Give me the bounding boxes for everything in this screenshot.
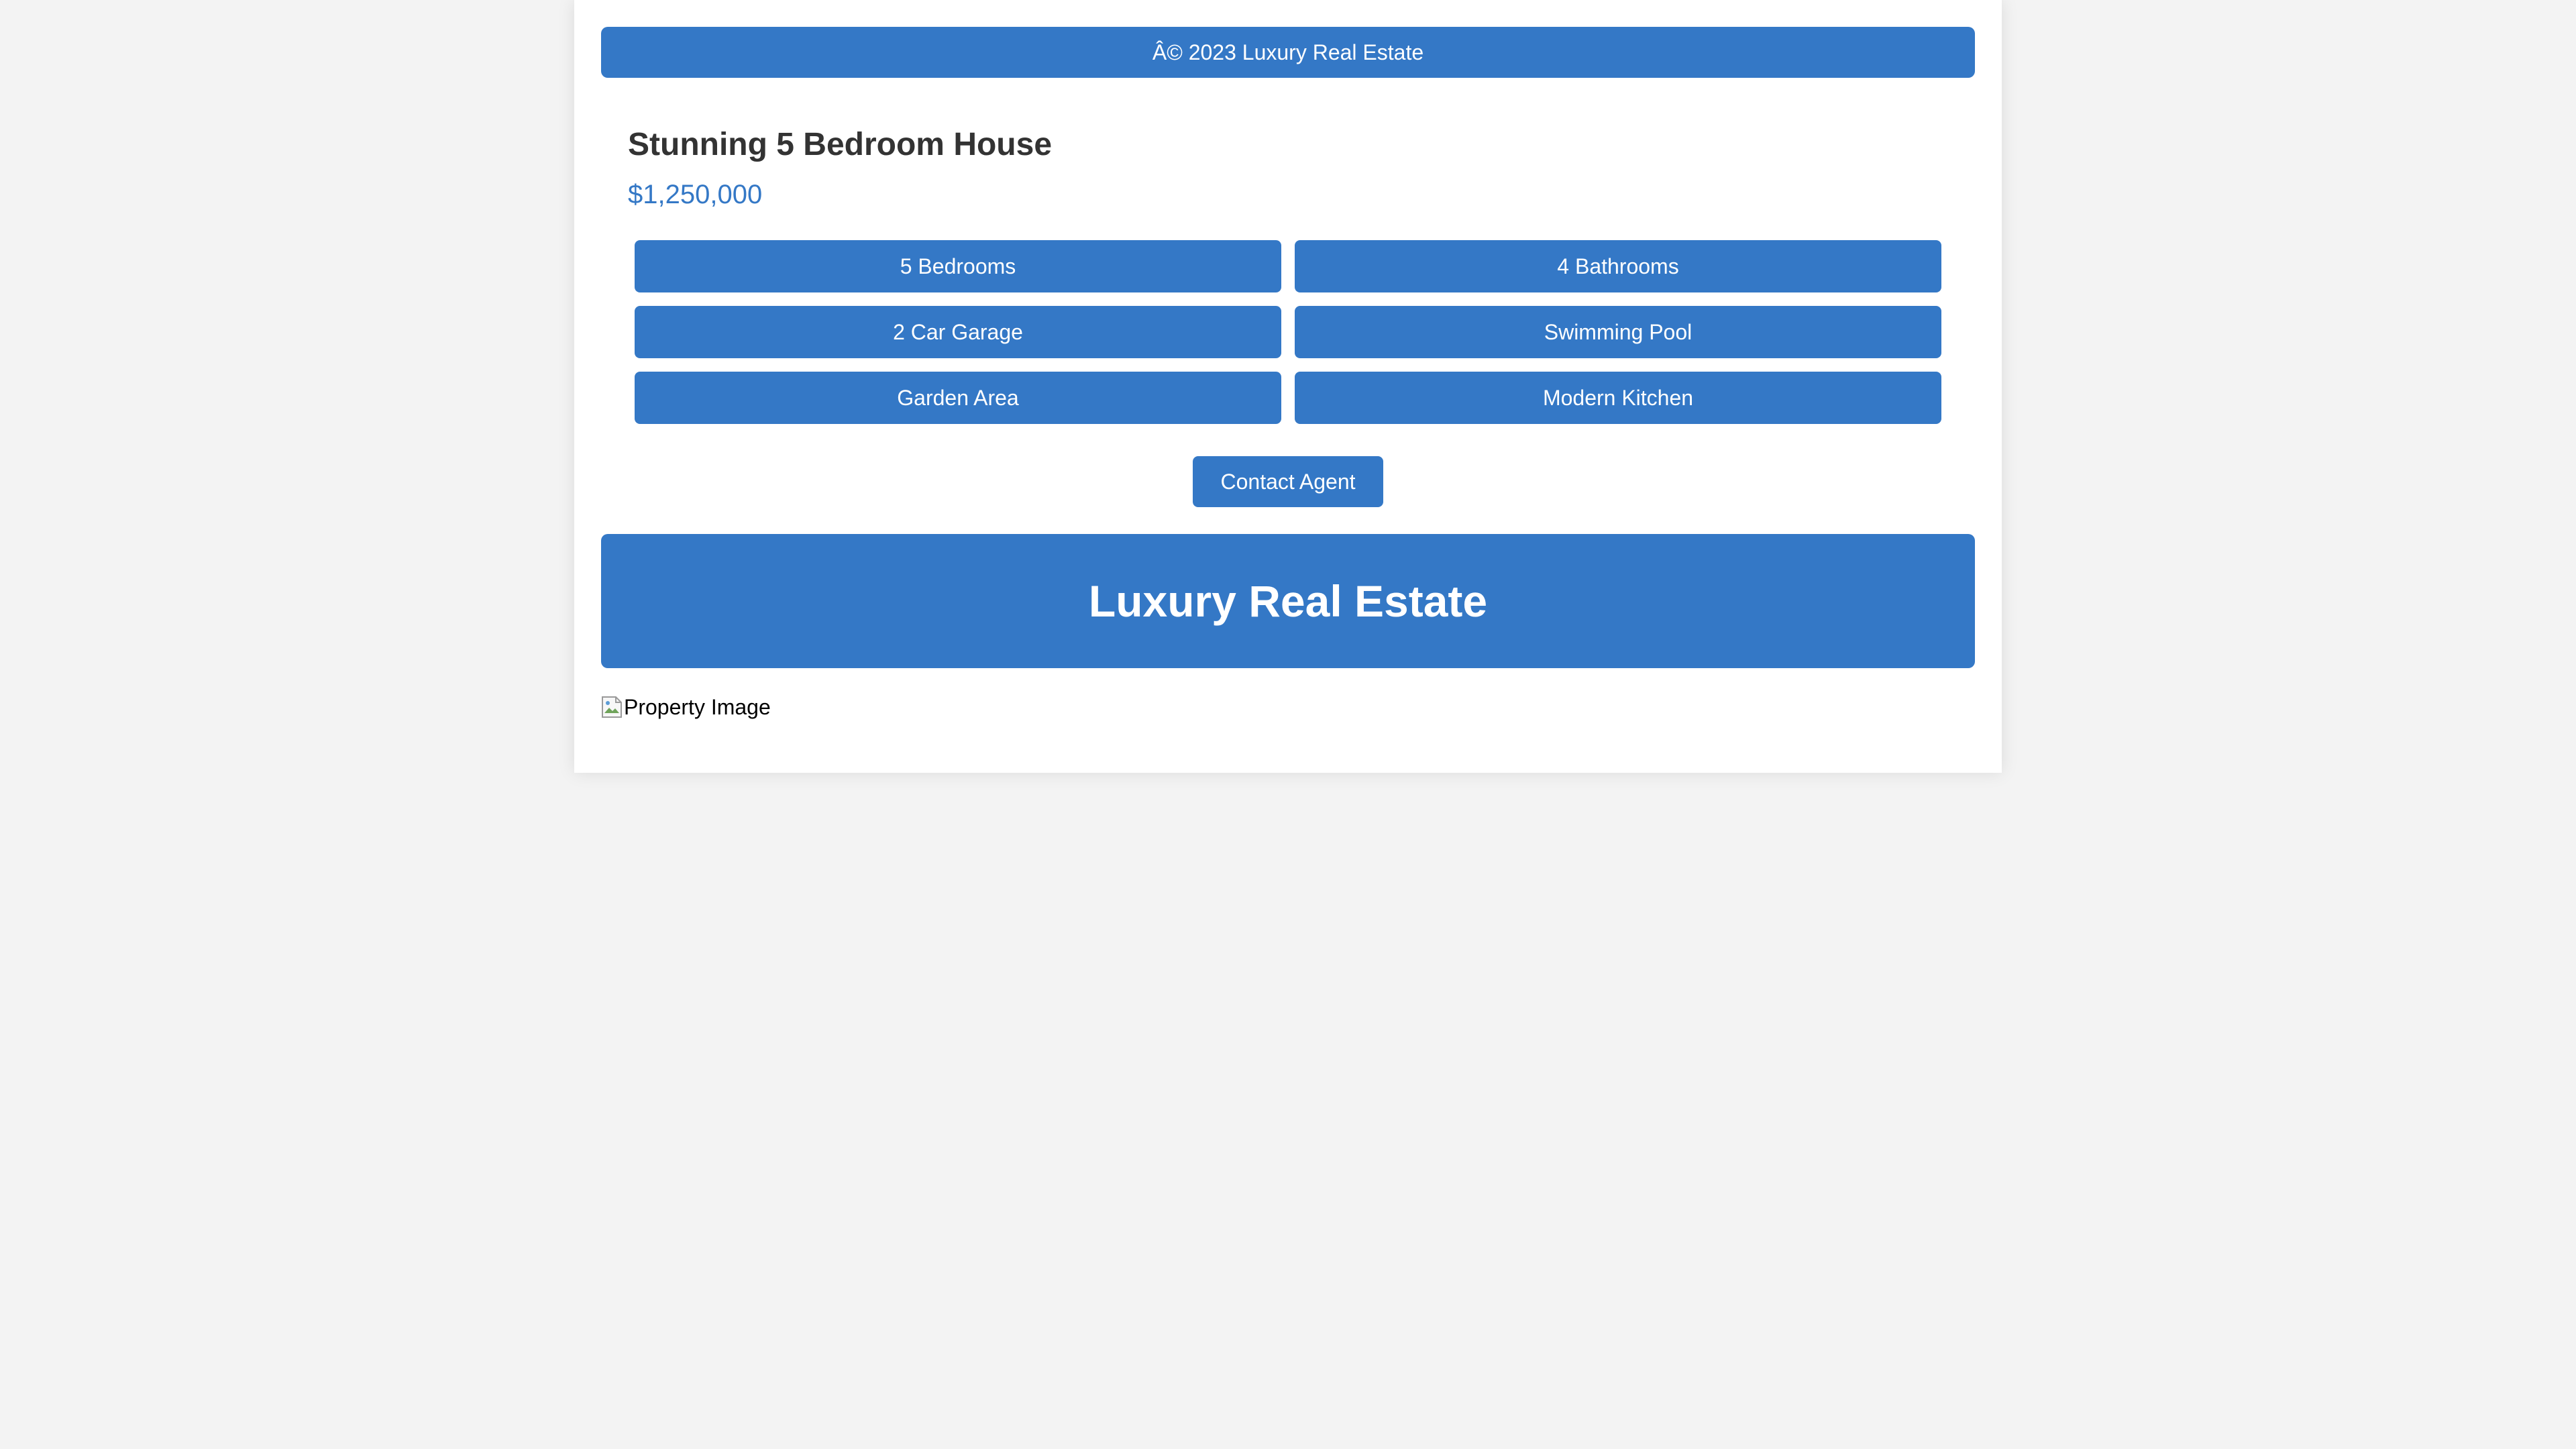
broken-image-icon [602, 696, 622, 718]
copyright-text: Â© 2023 Luxury Real Estate [1152, 40, 1424, 64]
feature-garden: Garden Area [635, 372, 1281, 424]
property-image-alt: Property Image [624, 694, 771, 719]
property-card: Â© 2023 Luxury Real Estate Stunning 5 Be… [574, 0, 2002, 773]
contact-agent-button[interactable]: Contact Agent [1193, 456, 1383, 507]
site-title: Luxury Real Estate [1088, 576, 1488, 626]
site-header: Luxury Real Estate [601, 534, 1975, 668]
feature-bedrooms: 5 Bedrooms [635, 240, 1281, 292]
feature-kitchen: Modern Kitchen [1295, 372, 1941, 424]
property-price: $1,250,000 [628, 180, 763, 209]
feature-pool: Swimming Pool [1295, 306, 1941, 358]
footer-bar: Â© 2023 Luxury Real Estate [601, 27, 1975, 78]
feature-garage: 2 Car Garage [635, 306, 1281, 358]
property-image: Property Image [601, 694, 771, 720]
feature-grid: 5 Bedrooms 4 Bathrooms 2 Car Garage Swim… [635, 240, 1953, 424]
feature-bathrooms: 4 Bathrooms [1295, 240, 1941, 292]
property-title: Stunning 5 Bedroom House [628, 127, 1053, 162]
